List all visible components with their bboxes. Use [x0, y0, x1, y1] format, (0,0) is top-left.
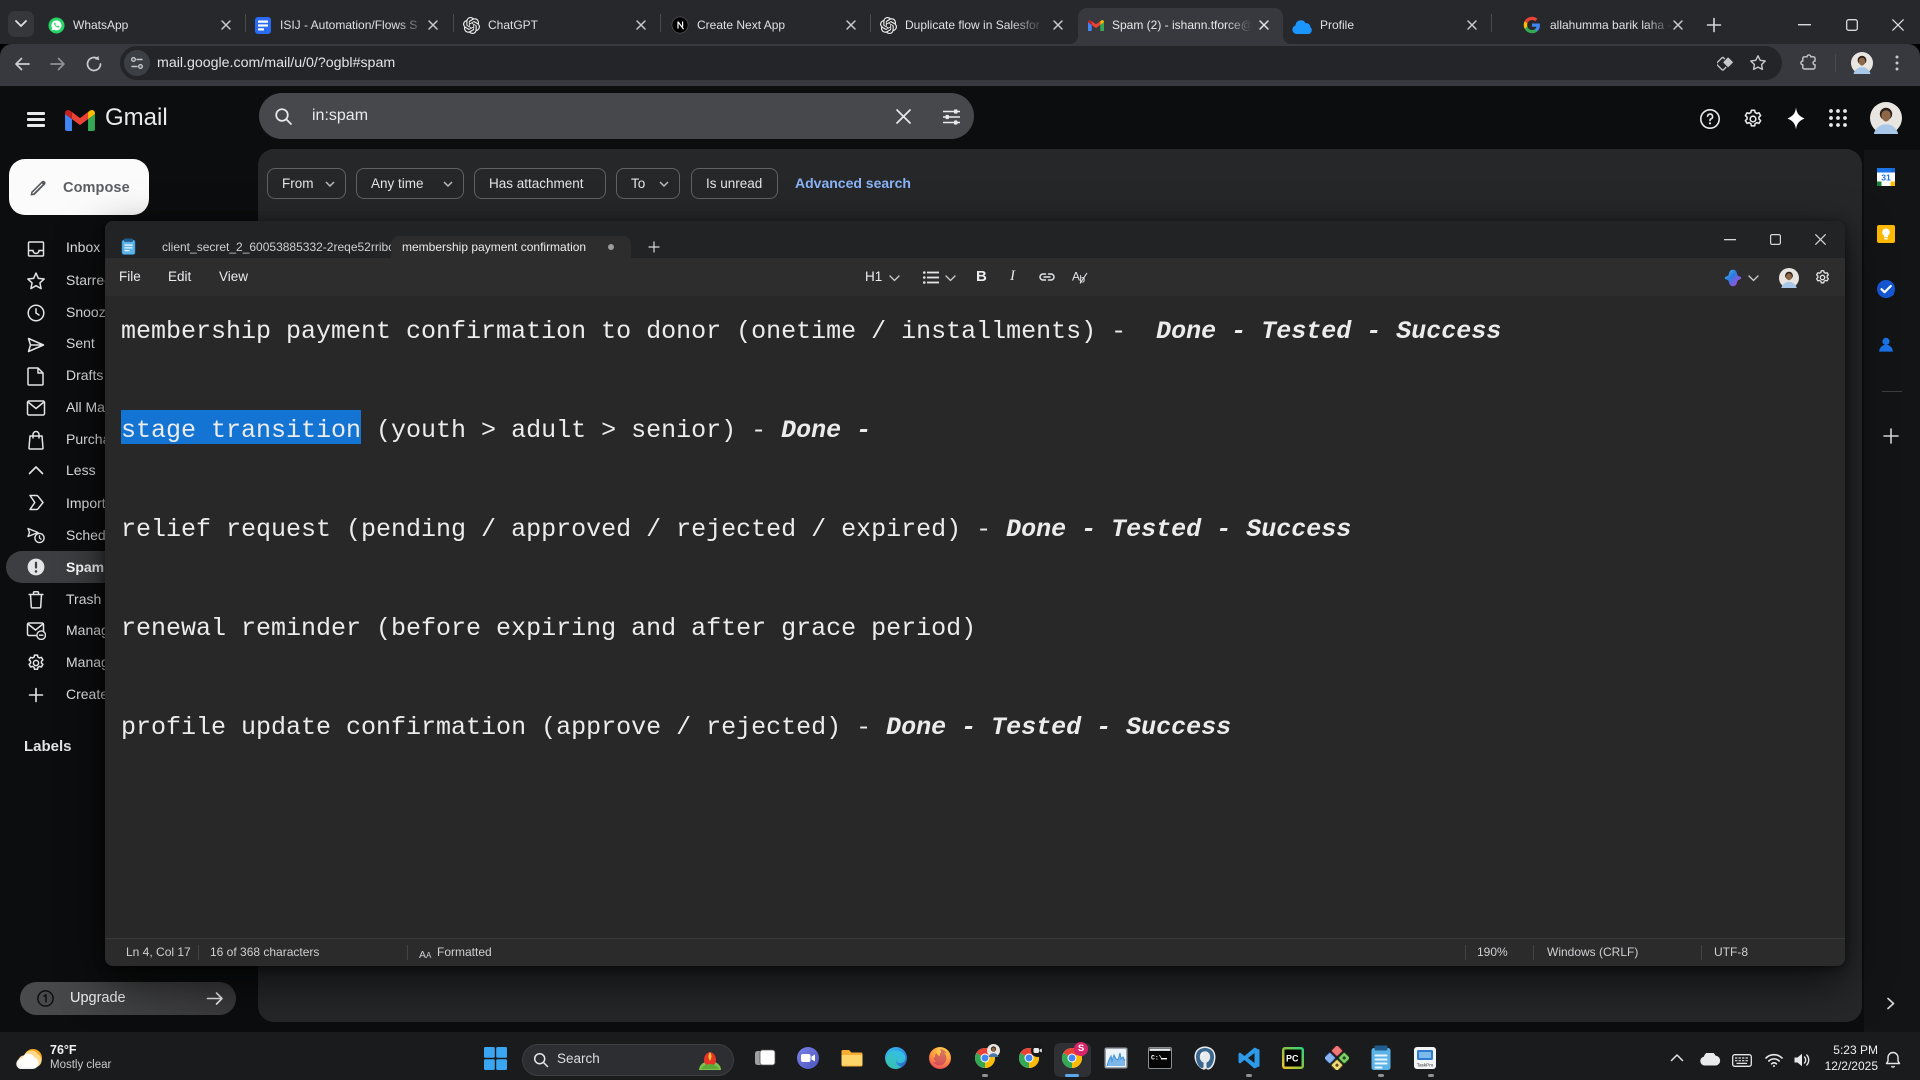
svg-text:A: A: [419, 949, 426, 959]
svg-text:31: 31: [1881, 173, 1891, 183]
svg-text:TaskPro: TaskPro: [1417, 1063, 1434, 1068]
svg-text:PC: PC: [1286, 1054, 1299, 1064]
svg-text:A: A: [426, 951, 432, 959]
